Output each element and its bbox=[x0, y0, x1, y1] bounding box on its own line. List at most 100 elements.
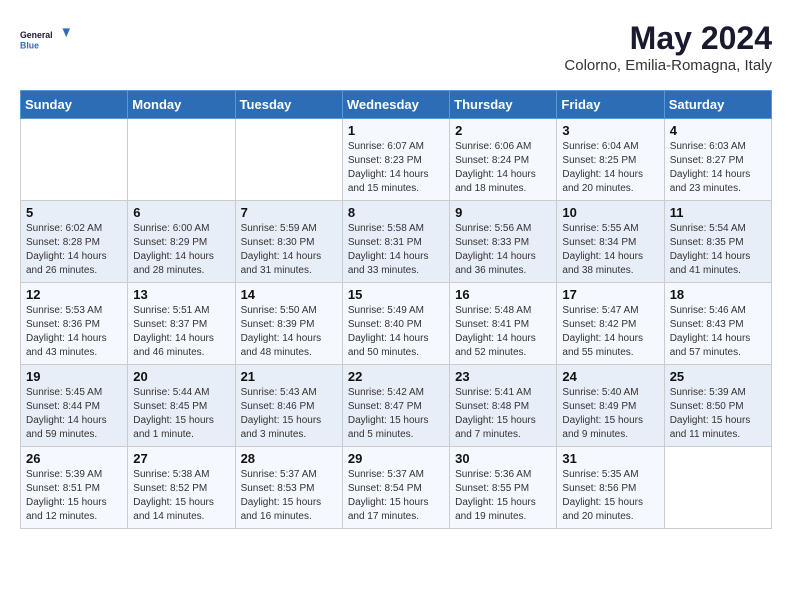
calendar-day: 18 Sunrise: 5:46 AM Sunset: 8:43 PM Dayli… bbox=[664, 283, 771, 365]
calendar-day: 11 Sunrise: 5:54 AM Sunset: 8:35 PM Dayli… bbox=[664, 201, 771, 283]
day-info: Sunrise: 5:50 AM Sunset: 8:39 PM Dayligh… bbox=[241, 304, 337, 360]
calendar-day: 24 Sunrise: 5:40 AM Sunset: 8:49 PM Dayli… bbox=[557, 365, 664, 447]
day-info: Sunrise: 5:48 AM Sunset: 8:41 PM Dayligh… bbox=[455, 304, 551, 360]
calendar-day: 1 Sunrise: 6:07 AM Sunset: 8:23 PM Daylig… bbox=[342, 119, 449, 201]
calendar-day: 4 Sunrise: 6:03 AM Sunset: 8:27 PM Daylig… bbox=[664, 119, 771, 201]
day-number: 19 bbox=[26, 369, 122, 384]
calendar-day: 22 Sunrise: 5:42 AM Sunset: 8:47 PM Dayli… bbox=[342, 365, 449, 447]
calendar-day: 14Sunrise: 5:50 AM Sunset: 8:39 PM Dayli… bbox=[235, 283, 342, 365]
day-number: 8 bbox=[348, 205, 444, 220]
day-info: Sunrise: 5:58 AM Sunset: 8:31 PM Dayligh… bbox=[348, 222, 444, 278]
day-info: Sunrise: 6:00 AM Sunset: 8:29 PM Dayligh… bbox=[133, 222, 229, 278]
day-number: 23 bbox=[455, 369, 551, 384]
header-saturday: Saturday bbox=[664, 91, 771, 119]
calendar-day: 9 Sunrise: 5:56 AM Sunset: 8:33 PM Daylig… bbox=[450, 201, 557, 283]
calendar-week-1: 1 Sunrise: 6:07 AM Sunset: 8:23 PM Daylig… bbox=[21, 119, 772, 201]
day-info: Sunrise: 6:02 AM Sunset: 8:28 PM Dayligh… bbox=[26, 222, 122, 278]
calendar-week-5: 26Sunrise: 5:39 AM Sunset: 8:51 PM Dayli… bbox=[21, 447, 772, 529]
day-number: 11 bbox=[670, 205, 766, 220]
day-info: Sunrise: 5:49 AM Sunset: 8:40 PM Dayligh… bbox=[348, 304, 444, 360]
calendar-day: 31Sunrise: 5:35 AM Sunset: 8:56 PM Dayli… bbox=[557, 447, 664, 529]
day-info: Sunrise: 5:43 AM Sunset: 8:46 PM Dayligh… bbox=[241, 386, 337, 442]
calendar-day: 25 Sunrise: 5:39 AM Sunset: 8:50 PM Dayli… bbox=[664, 365, 771, 447]
day-number: 25 bbox=[670, 369, 766, 384]
calendar-day: 3Sunrise: 6:04 AM Sunset: 8:25 PM Daylig… bbox=[557, 119, 664, 201]
day-info: Sunrise: 5:38 AM Sunset: 8:52 PM Dayligh… bbox=[133, 468, 229, 524]
calendar-day bbox=[664, 447, 771, 529]
calendar-day: 29Sunrise: 5:37 AM Sunset: 8:54 PM Dayli… bbox=[342, 447, 449, 529]
day-number: 5 bbox=[26, 205, 122, 220]
calendar-day: 17 Sunrise: 5:47 AM Sunset: 8:42 PM Dayli… bbox=[557, 283, 664, 365]
calendar-day: 30 Sunrise: 5:36 AM Sunset: 8:55 PM Dayli… bbox=[450, 447, 557, 529]
calendar-week-4: 19Sunrise: 5:45 AM Sunset: 8:44 PM Dayli… bbox=[21, 365, 772, 447]
calendar-day: 23Sunrise: 5:41 AM Sunset: 8:48 PM Dayli… bbox=[450, 365, 557, 447]
calendar-day: 10 Sunrise: 5:55 AM Sunset: 8:34 PM Dayli… bbox=[557, 201, 664, 283]
day-number: 10 bbox=[562, 205, 658, 220]
day-info: Sunrise: 5:42 AM Sunset: 8:47 PM Dayligh… bbox=[348, 386, 444, 442]
calendar-body: 1 Sunrise: 6:07 AM Sunset: 8:23 PM Daylig… bbox=[21, 119, 772, 529]
header-friday: Friday bbox=[557, 91, 664, 119]
day-info: Sunrise: 6:03 AM Sunset: 8:27 PM Dayligh… bbox=[670, 140, 766, 196]
logo-svg: General Blue bbox=[20, 20, 70, 58]
day-number: 31 bbox=[562, 451, 658, 466]
calendar-day bbox=[21, 119, 128, 201]
day-number: 27 bbox=[133, 451, 229, 466]
day-info: Sunrise: 6:06 AM Sunset: 8:24 PM Dayligh… bbox=[455, 140, 551, 196]
day-info: Sunrise: 5:59 AM Sunset: 8:30 PM Dayligh… bbox=[241, 222, 337, 278]
calendar-header: Sunday Monday Tuesday Wednesday Thursday… bbox=[21, 91, 772, 119]
header-monday: Monday bbox=[128, 91, 235, 119]
day-number: 30 bbox=[455, 451, 551, 466]
month-title: May 2024 bbox=[564, 20, 772, 57]
day-number: 22 bbox=[348, 369, 444, 384]
day-number: 28 bbox=[241, 451, 337, 466]
day-info: Sunrise: 5:51 AM Sunset: 8:37 PM Dayligh… bbox=[133, 304, 229, 360]
calendar-day: 16 Sunrise: 5:48 AM Sunset: 8:41 PM Dayli… bbox=[450, 283, 557, 365]
day-info: Sunrise: 5:44 AM Sunset: 8:45 PM Dayligh… bbox=[133, 386, 229, 442]
day-number: 7 bbox=[241, 205, 337, 220]
calendar-day: 2 Sunrise: 6:06 AM Sunset: 8:24 PM Daylig… bbox=[450, 119, 557, 201]
day-info: Sunrise: 6:07 AM Sunset: 8:23 PM Dayligh… bbox=[348, 140, 444, 196]
calendar-day: 19Sunrise: 5:45 AM Sunset: 8:44 PM Dayli… bbox=[21, 365, 128, 447]
calendar-week-3: 12Sunrise: 5:53 AM Sunset: 8:36 PM Dayli… bbox=[21, 283, 772, 365]
day-number: 20 bbox=[133, 369, 229, 384]
calendar-day bbox=[235, 119, 342, 201]
calendar-day: 13Sunrise: 5:51 AM Sunset: 8:37 PM Dayli… bbox=[128, 283, 235, 365]
header-row: Sunday Monday Tuesday Wednesday Thursday… bbox=[21, 91, 772, 119]
day-info: Sunrise: 5:56 AM Sunset: 8:33 PM Dayligh… bbox=[455, 222, 551, 278]
day-number: 9 bbox=[455, 205, 551, 220]
calendar-day: 5 Sunrise: 6:02 AM Sunset: 8:28 PM Daylig… bbox=[21, 201, 128, 283]
header-thursday: Thursday bbox=[450, 91, 557, 119]
day-number: 15 bbox=[348, 287, 444, 302]
calendar-table: Sunday Monday Tuesday Wednesday Thursday… bbox=[20, 90, 772, 529]
day-number: 16 bbox=[455, 287, 551, 302]
day-number: 18 bbox=[670, 287, 766, 302]
calendar-day: 20 Sunrise: 5:44 AM Sunset: 8:45 PM Dayli… bbox=[128, 365, 235, 447]
calendar-day: 26Sunrise: 5:39 AM Sunset: 8:51 PM Dayli… bbox=[21, 447, 128, 529]
svg-text:General: General bbox=[20, 30, 53, 40]
logo: General Blue bbox=[20, 20, 70, 58]
day-info: Sunrise: 5:54 AM Sunset: 8:35 PM Dayligh… bbox=[670, 222, 766, 278]
day-info: Sunrise: 5:47 AM Sunset: 8:42 PM Dayligh… bbox=[562, 304, 658, 360]
calendar-day: 7 Sunrise: 5:59 AM Sunset: 8:30 PM Daylig… bbox=[235, 201, 342, 283]
calendar-day: 15 Sunrise: 5:49 AM Sunset: 8:40 PM Dayli… bbox=[342, 283, 449, 365]
day-info: Sunrise: 5:39 AM Sunset: 8:50 PM Dayligh… bbox=[670, 386, 766, 442]
day-number: 24 bbox=[562, 369, 658, 384]
day-number: 2 bbox=[455, 123, 551, 138]
calendar-day: 6Sunrise: 6:00 AM Sunset: 8:29 PM Daylig… bbox=[128, 201, 235, 283]
header-wednesday: Wednesday bbox=[342, 91, 449, 119]
day-info: Sunrise: 5:36 AM Sunset: 8:55 PM Dayligh… bbox=[455, 468, 551, 524]
day-info: Sunrise: 5:46 AM Sunset: 8:43 PM Dayligh… bbox=[670, 304, 766, 360]
header-sunday: Sunday bbox=[21, 91, 128, 119]
calendar-day: 8 Sunrise: 5:58 AM Sunset: 8:31 PM Daylig… bbox=[342, 201, 449, 283]
day-number: 17 bbox=[562, 287, 658, 302]
calendar-day: 27 Sunrise: 5:38 AM Sunset: 8:52 PM Dayli… bbox=[128, 447, 235, 529]
day-number: 21 bbox=[241, 369, 337, 384]
day-number: 29 bbox=[348, 451, 444, 466]
day-number: 1 bbox=[348, 123, 444, 138]
day-number: 4 bbox=[670, 123, 766, 138]
day-info: Sunrise: 6:04 AM Sunset: 8:25 PM Dayligh… bbox=[562, 140, 658, 196]
day-info: Sunrise: 5:40 AM Sunset: 8:49 PM Dayligh… bbox=[562, 386, 658, 442]
header-tuesday: Tuesday bbox=[235, 91, 342, 119]
title-block: May 2024 Colorno, Emilia-Romagna, Italy bbox=[564, 20, 772, 74]
day-info: Sunrise: 5:55 AM Sunset: 8:34 PM Dayligh… bbox=[562, 222, 658, 278]
